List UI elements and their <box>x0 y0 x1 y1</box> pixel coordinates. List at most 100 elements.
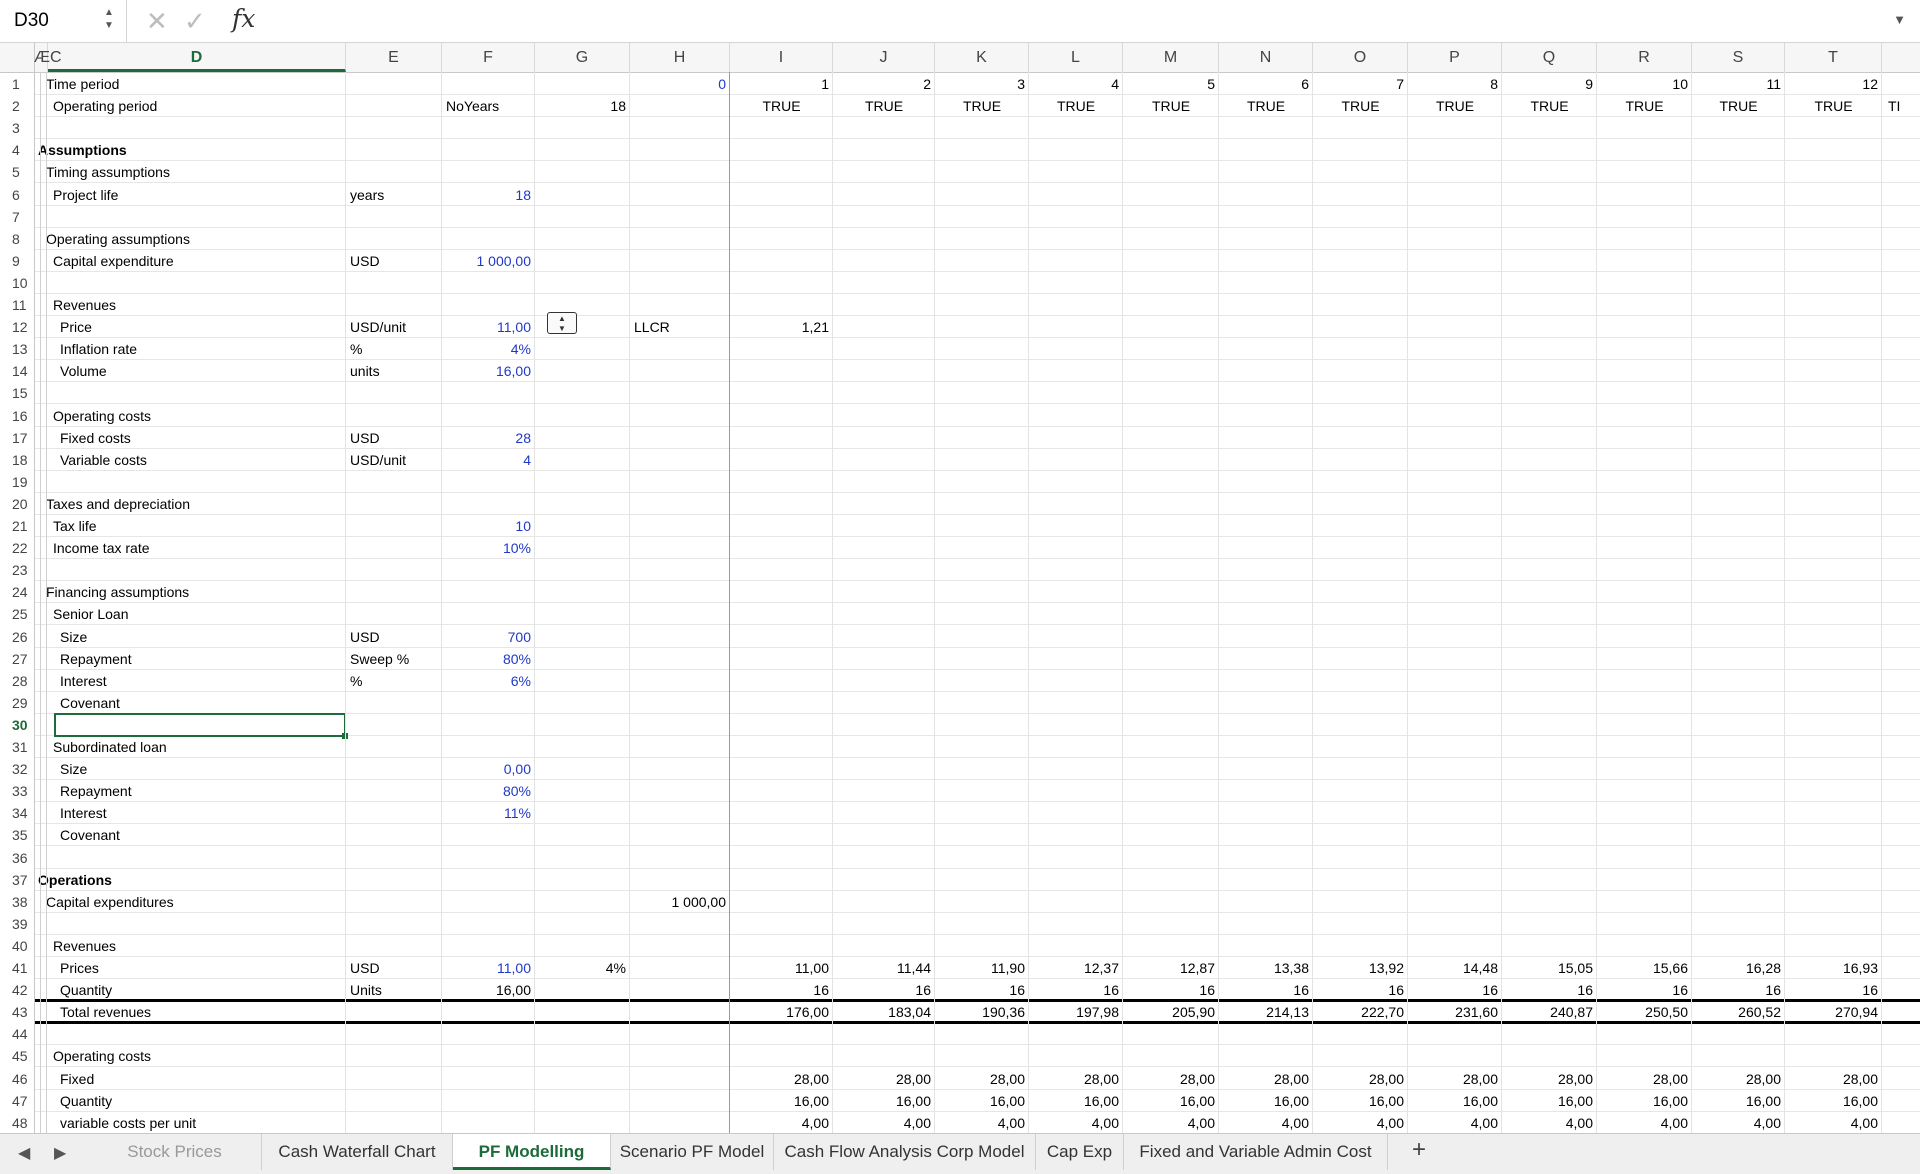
cell-value[interactable]: 214,13 <box>1219 1001 1309 1023</box>
cell-value[interactable]: 4% <box>442 338 531 360</box>
row-header[interactable]: 34 <box>0 802 28 824</box>
cell-value[interactable]: Operations <box>38 869 112 891</box>
cell-value[interactable]: 16 <box>1597 979 1688 1001</box>
column-header[interactable]: T <box>1785 43 1882 72</box>
cell-value[interactable]: Operating period <box>53 95 157 117</box>
column-header[interactable]: D <box>48 43 346 72</box>
cell-value[interactable]: Income tax rate <box>53 537 150 559</box>
cell-value[interactable]: Sweep % <box>350 648 409 670</box>
sheet-tab[interactable]: Fixed and Variable Admin Cost <box>1124 1134 1388 1170</box>
cell-value[interactable]: 240,87 <box>1502 1001 1593 1023</box>
cell-value[interactable]: 260,52 <box>1692 1001 1781 1023</box>
cell-value[interactable]: Capital expenditures <box>46 891 174 913</box>
cell-value[interactable]: 16 <box>1313 979 1404 1001</box>
column-header[interactable]: G <box>535 43 630 72</box>
row-header[interactable]: 37 <box>0 869 28 891</box>
row-header[interactable]: 11 <box>0 294 28 316</box>
cell-value[interactable]: 0 <box>630 73 726 95</box>
row-header[interactable]: 15 <box>0 382 28 404</box>
cell-value[interactable]: 28,00 <box>1502 1068 1593 1090</box>
sheet-tab[interactable]: Cash Waterfall Chart <box>262 1134 453 1170</box>
cell-value[interactable]: Capital expenditure <box>53 250 174 272</box>
row-header[interactable]: 28 <box>0 670 28 692</box>
column-header[interactable]: F <box>442 43 535 72</box>
cell-value[interactable]: Project life <box>53 184 118 206</box>
row-header[interactable]: 29 <box>0 692 28 714</box>
cell-value[interactable]: 190,36 <box>935 1001 1025 1023</box>
cell-value[interactable]: Timing assumptions <box>46 161 170 183</box>
cell-value[interactable]: Financing assumptions <box>46 581 189 603</box>
column-header[interactable]: ÆC <box>34 43 48 72</box>
row-header[interactable]: 3 <box>0 117 28 139</box>
cell-value[interactable]: 2 <box>833 73 931 95</box>
cell-value[interactable]: 16,00 <box>730 1090 829 1112</box>
cell-value[interactable]: 1,21 <box>730 316 829 338</box>
cell-value[interactable]: 16 <box>1785 979 1878 1001</box>
cell-value[interactable]: 176,00 <box>730 1001 829 1023</box>
cell-value[interactable]: TRUE <box>833 95 935 117</box>
cell-value[interactable]: 28,00 <box>935 1068 1025 1090</box>
row-header[interactable]: 7 <box>0 206 28 228</box>
cell-value[interactable]: 4,00 <box>1029 1112 1119 1133</box>
cell-value[interactable]: 16,00 <box>935 1090 1025 1112</box>
prev-sheet-icon[interactable]: ◀ <box>18 1143 30 1163</box>
column-header[interactable]: M <box>1123 43 1219 72</box>
column-header[interactable]: N <box>1219 43 1313 72</box>
cell-value[interactable]: units <box>350 360 380 382</box>
row-header[interactable]: 19 <box>0 471 28 493</box>
sheet-tab[interactable]: Stock Prices <box>88 1134 262 1170</box>
spin-up-icon[interactable]: ▲ <box>548 314 576 323</box>
row-header[interactable]: 14 <box>0 360 28 382</box>
cell-value[interactable]: 18 <box>442 184 531 206</box>
row-header[interactable]: 30 <box>0 714 28 736</box>
cell-value[interactable]: Subordinated loan <box>53 736 167 758</box>
cell-value[interactable]: variable costs per unit <box>60 1112 196 1133</box>
row-header[interactable]: 33 <box>0 780 28 802</box>
cell-value[interactable]: Quantity <box>60 1090 112 1112</box>
row-header[interactable]: 48 <box>0 1112 28 1133</box>
cell-value[interactable]: LLCR <box>634 316 670 338</box>
row-header[interactable]: 9 <box>0 250 28 272</box>
row-header[interactable]: 5 <box>0 161 28 183</box>
row-header[interactable]: 32 <box>0 758 28 780</box>
cell-value[interactable]: Fixed <box>60 1068 94 1090</box>
cell-value[interactable]: 16,00 <box>1597 1090 1688 1112</box>
cell-value[interactable]: USD <box>350 427 380 449</box>
row-header[interactable]: 18 <box>0 449 28 471</box>
cell-value[interactable]: 11 <box>1692 73 1781 95</box>
cell-value[interactable]: 80% <box>442 780 531 802</box>
row-header[interactable]: 35 <box>0 824 28 846</box>
cell-value[interactable]: 16 <box>1123 979 1215 1001</box>
cell-value[interactable]: 7 <box>1313 73 1404 95</box>
cell-value[interactable]: 16,00 <box>1313 1090 1404 1112</box>
cell-value[interactable]: 6 <box>1219 73 1309 95</box>
name-box-value[interactable]: D30 <box>14 10 49 32</box>
row-header[interactable]: 45 <box>0 1045 28 1067</box>
cell-value[interactable]: 4 <box>442 449 531 471</box>
cell-value[interactable]: TRUE <box>1219 95 1313 117</box>
cell-value[interactable]: Fixed costs <box>60 427 131 449</box>
cell-value[interactable]: TRUE <box>1408 95 1502 117</box>
cell-value[interactable]: 16,00 <box>1219 1090 1309 1112</box>
cell-value[interactable]: 16 <box>1029 979 1119 1001</box>
cell-value[interactable]: Size <box>60 758 87 780</box>
cell-value[interactable]: 28,00 <box>833 1068 931 1090</box>
cell-value[interactable]: 16 <box>1219 979 1309 1001</box>
cell-value[interactable]: 4,00 <box>1408 1112 1498 1133</box>
cell-value[interactable]: 28,00 <box>1785 1068 1878 1090</box>
row-header[interactable]: 4 <box>0 139 28 161</box>
cell-value[interactable]: 4% <box>535 957 626 979</box>
cell-value[interactable]: 8 <box>1408 73 1498 95</box>
cell-value[interactable]: 4,00 <box>1123 1112 1215 1133</box>
cell-value[interactable]: 11,00 <box>442 957 531 979</box>
cell-value[interactable]: 16,00 <box>833 1090 931 1112</box>
row-header[interactable]: 41 <box>0 957 28 979</box>
cell-value[interactable]: 4,00 <box>1502 1112 1593 1133</box>
row-header[interactable]: 40 <box>0 935 28 957</box>
column-header[interactable]: J <box>833 43 935 72</box>
row-header[interactable]: 43 <box>0 1001 28 1023</box>
confirm-icon[interactable]: ✓ <box>184 6 206 37</box>
cell-value[interactable]: 16,00 <box>1785 1090 1878 1112</box>
cell-value[interactable]: 16 <box>1408 979 1498 1001</box>
cell-value[interactable]: 222,70 <box>1313 1001 1404 1023</box>
